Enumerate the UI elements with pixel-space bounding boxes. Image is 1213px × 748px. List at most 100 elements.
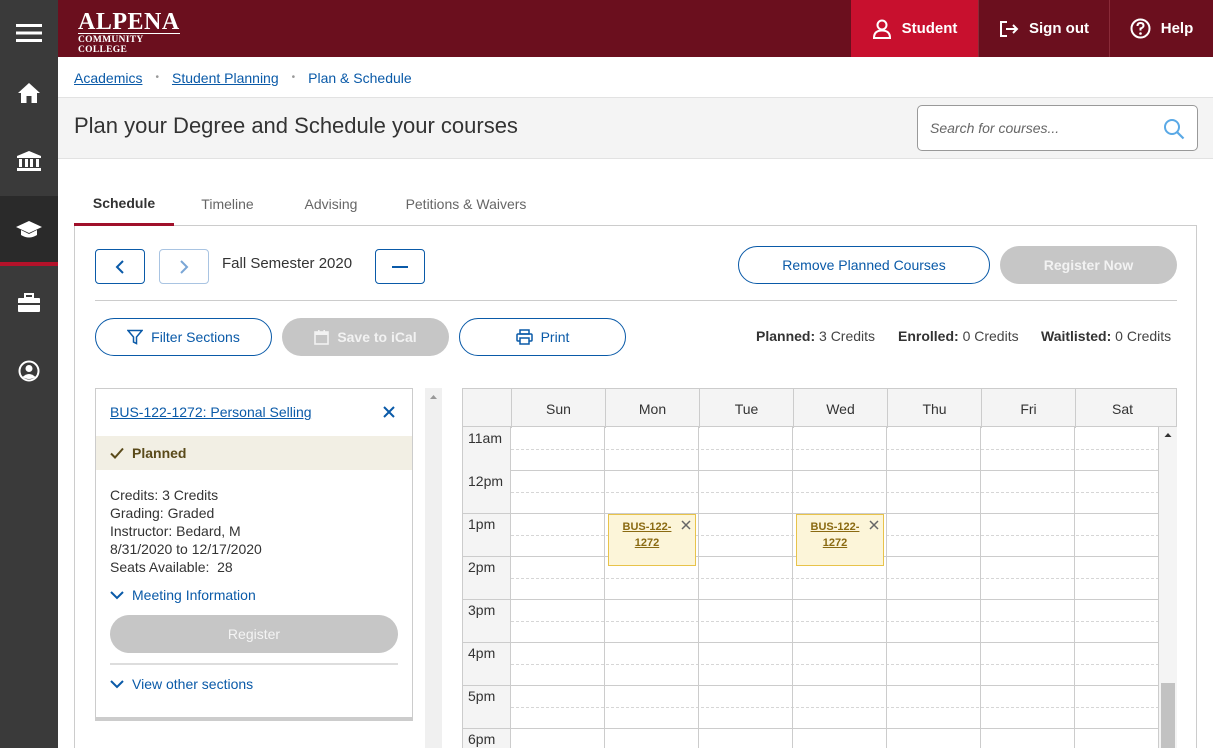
- bank-icon: [17, 151, 41, 171]
- enrolled-credits-label: Enrolled:: [898, 328, 959, 344]
- event-line2: 1272: [634, 537, 660, 549]
- course-list-scrollbar[interactable]: [425, 388, 442, 748]
- profile-nav-button[interactable]: [0, 338, 58, 404]
- home-nav-button[interactable]: [0, 60, 58, 126]
- time-column-line: [462, 513, 511, 514]
- briefcase-icon: [18, 293, 40, 312]
- hour-label-12pm: 12pm: [468, 473, 504, 489]
- breadcrumb-student-planning[interactable]: Student Planning: [172, 70, 279, 86]
- close-icon[interactable]: [382, 405, 396, 419]
- remove-event-icon[interactable]: [681, 520, 691, 530]
- scroll-up-arrow-icon[interactable]: [1159, 429, 1177, 441]
- remove-event-icon[interactable]: [869, 520, 879, 530]
- filter-sections-button[interactable]: Filter Sections: [95, 318, 272, 356]
- calendar-event-mon[interactable]: BUS-122- 1272: [608, 514, 696, 566]
- event-line1: BUS-122-: [810, 521, 860, 533]
- calendar-event-wed[interactable]: BUS-122- 1272: [796, 514, 884, 566]
- grid-hour-line: [511, 470, 1159, 471]
- calendar-icon: [314, 330, 330, 345]
- tab-petitions-waivers[interactable]: Petitions & Waivers: [390, 182, 542, 226]
- grid-day-line: [886, 427, 887, 748]
- day-header-fri: Fri: [981, 389, 1075, 428]
- calendar-scrollbar[interactable]: [1159, 427, 1177, 748]
- grid-half-hour-line: [511, 664, 1159, 665]
- toolbar-divider: [95, 300, 1177, 301]
- calendar-scroll-thumb[interactable]: [1161, 683, 1175, 748]
- meeting-information-label: Meeting Information: [132, 587, 256, 603]
- day-header-mon: Mon: [605, 389, 699, 428]
- breadcrumb: Academics • Student Planning • Plan & Sc…: [58, 57, 1213, 98]
- meeting-information-toggle[interactable]: Meeting Information: [110, 587, 256, 603]
- help-icon: [1130, 18, 1151, 39]
- grid-half-hour-line: [511, 621, 1159, 622]
- course-search-input[interactable]: [930, 118, 1155, 138]
- chevron-left-icon: [115, 259, 124, 274]
- planned-credits: Planned: 3 Credits: [756, 328, 875, 344]
- menu-button[interactable]: [0, 0, 58, 66]
- hour-label-3pm: 3pm: [468, 602, 496, 618]
- schedule-calendar: Sun Mon Tue Wed Thu Fri Sat 11am 12pm 1p…: [462, 388, 1177, 748]
- chevron-right-icon: [180, 259, 189, 274]
- hour-label-2pm: 2pm: [468, 559, 496, 575]
- filter-sections-label: Filter Sections: [151, 329, 240, 345]
- view-other-sections-toggle[interactable]: View other sections: [110, 676, 253, 692]
- waitlisted-credits-label: Waitlisted:: [1041, 328, 1112, 344]
- student-button[interactable]: Student: [851, 0, 978, 57]
- printer-icon: [515, 329, 533, 345]
- next-term-button[interactable]: [159, 249, 209, 284]
- term-label: Fall Semester 2020: [222, 255, 353, 272]
- tab-timeline[interactable]: Timeline: [182, 182, 273, 226]
- filter-icon: [127, 329, 144, 345]
- sign-out-icon: [1000, 20, 1019, 37]
- course-search: [917, 105, 1198, 151]
- print-button[interactable]: Print: [459, 318, 626, 356]
- planned-credits-label: Planned:: [756, 328, 816, 344]
- grid-half-hour-line: [511, 707, 1159, 708]
- logo-line2: COMMUNITY COLLEGE: [78, 33, 180, 55]
- course-dates: 8/31/2020 to 12/17/2020: [110, 541, 262, 557]
- grid-day-line: [510, 427, 511, 748]
- waitlisted-credits-value: 0 Credits: [1115, 328, 1172, 344]
- view-other-sections-label: View other sections: [132, 676, 254, 692]
- hour-label-1pm: 1pm: [468, 516, 496, 532]
- previous-term-button[interactable]: [95, 249, 145, 284]
- help-button[interactable]: Help: [1109, 0, 1213, 57]
- waitlisted-credits: Waitlisted: 0 Credits: [1041, 328, 1171, 344]
- breadcrumb-separator: •: [155, 72, 159, 83]
- day-header-tue: Tue: [699, 389, 793, 428]
- grid-day-line: [980, 427, 981, 748]
- remove-planned-courses-button[interactable]: Remove Planned Courses: [738, 246, 990, 284]
- grid-hour-line: [511, 599, 1159, 600]
- course-title-link[interactable]: BUS-122-1272: Personal Selling: [110, 404, 312, 420]
- tab-advising[interactable]: Advising: [288, 182, 374, 226]
- breadcrumb-academics[interactable]: Academics: [74, 70, 142, 86]
- plan-tabs: Schedule Timeline Advising Petitions & W…: [74, 182, 1197, 226]
- register-now-button[interactable]: Register Now: [1000, 246, 1177, 284]
- college-logo[interactable]: ALPENA COMMUNITY COLLEGE: [78, 10, 180, 55]
- enrolled-credits: Enrolled: 0 Credits: [898, 328, 1019, 344]
- search-icon[interactable]: [1163, 118, 1185, 140]
- grid-day-line: [1074, 427, 1075, 748]
- user-circle-icon: [18, 360, 40, 382]
- calendar-event-label[interactable]: BUS-122- 1272: [803, 519, 867, 551]
- register-button[interactable]: Register: [110, 615, 398, 653]
- financial-nav-button[interactable]: [0, 128, 58, 194]
- academics-nav-button[interactable]: [0, 196, 58, 266]
- grid-hour-line: [511, 728, 1159, 729]
- scroll-up-arrow-icon[interactable]: [425, 390, 442, 404]
- tab-schedule[interactable]: Schedule: [74, 182, 174, 226]
- day-header-wed: Wed: [793, 389, 887, 428]
- employment-nav-button[interactable]: [0, 270, 58, 336]
- left-nav-rail: [0, 0, 58, 748]
- hour-label-5pm: 5pm: [468, 688, 496, 704]
- collapse-term-button[interactable]: [375, 249, 425, 284]
- course-status-banner: Planned: [96, 436, 412, 470]
- calendar-day-header: Sun Mon Tue Wed Thu Fri Sat: [462, 388, 1177, 428]
- sign-out-button[interactable]: Sign out: [978, 0, 1109, 57]
- help-label: Help: [1160, 20, 1194, 37]
- course-card: BUS-122-1272: Personal Selling Planned C…: [95, 388, 413, 721]
- time-column-line: [462, 685, 511, 686]
- time-column-line: [462, 728, 511, 729]
- calendar-event-label[interactable]: BUS-122- 1272: [615, 519, 679, 551]
- save-to-ical-button[interactable]: Save to iCal: [282, 318, 449, 356]
